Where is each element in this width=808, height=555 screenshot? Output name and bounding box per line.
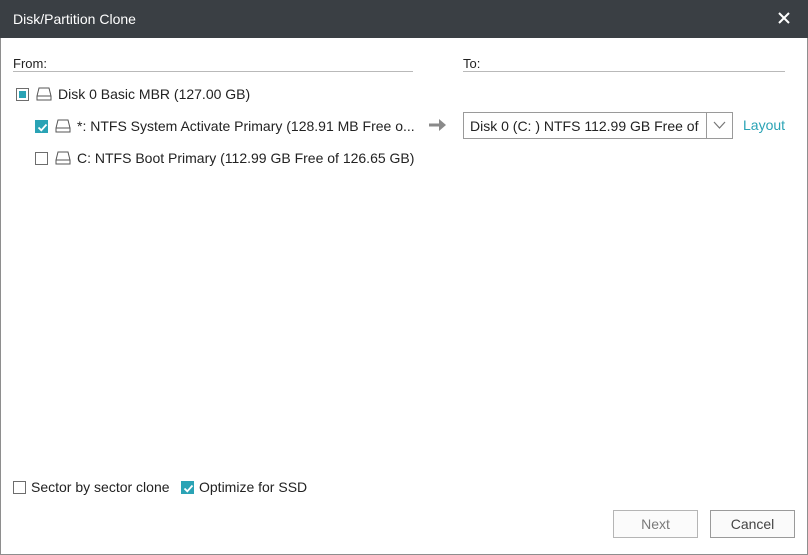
disk-icon xyxy=(36,87,52,101)
disk-icon xyxy=(55,119,71,133)
disk-icon xyxy=(55,151,71,165)
chevron-down-icon[interactable] xyxy=(713,120,726,130)
window-title: Disk/Partition Clone xyxy=(13,11,136,27)
disk-checkbox[interactable] xyxy=(16,87,29,101)
from-label: From: xyxy=(13,56,47,71)
to-divider xyxy=(463,71,785,72)
dropdown-separator xyxy=(706,113,707,138)
optimize-ssd-label: Optimize for SSD xyxy=(199,479,308,495)
partition-checkbox-boot[interactable] xyxy=(35,151,48,165)
sector-by-sector-option[interactable]: Sector by sector clone xyxy=(13,479,170,495)
title-bar: Disk/Partition Clone xyxy=(0,0,808,38)
optimize-ssd-checkbox[interactable] xyxy=(181,480,194,494)
partition-checkbox-system[interactable] xyxy=(35,119,48,133)
layout-link[interactable]: Layout xyxy=(743,117,785,133)
disk-label: Disk 0 Basic MBR (127.00 GB) xyxy=(58,86,251,102)
close-icon[interactable] xyxy=(774,8,794,28)
from-divider xyxy=(13,71,413,72)
optimize-ssd-option[interactable]: Optimize for SSD xyxy=(181,479,307,495)
to-label: To: xyxy=(463,56,481,71)
arrow-right-icon xyxy=(429,119,446,131)
next-button[interactable]: Next xyxy=(613,510,698,538)
disk-row[interactable]: Disk 0 Basic MBR (127.00 GB) xyxy=(16,83,250,105)
partition-row-boot[interactable]: C: NTFS Boot Primary (112.99 GB Free of … xyxy=(35,147,414,169)
cancel-button[interactable]: Cancel xyxy=(710,510,795,538)
partition-label-boot: C: NTFS Boot Primary (112.99 GB Free of … xyxy=(77,150,415,166)
target-dropdown-value: Disk 0 (C: ) NTFS 112.99 GB Free of xyxy=(470,118,699,134)
sector-by-sector-label: Sector by sector clone xyxy=(31,479,170,495)
sector-by-sector-checkbox[interactable] xyxy=(13,480,26,494)
target-dropdown[interactable]: Disk 0 (C: ) NTFS 112.99 GB Free of xyxy=(463,112,733,139)
partition-label-system: *: NTFS System Activate Primary (128.91 … xyxy=(77,118,415,134)
partition-row-system[interactable]: *: NTFS System Activate Primary (128.91 … xyxy=(35,115,415,137)
